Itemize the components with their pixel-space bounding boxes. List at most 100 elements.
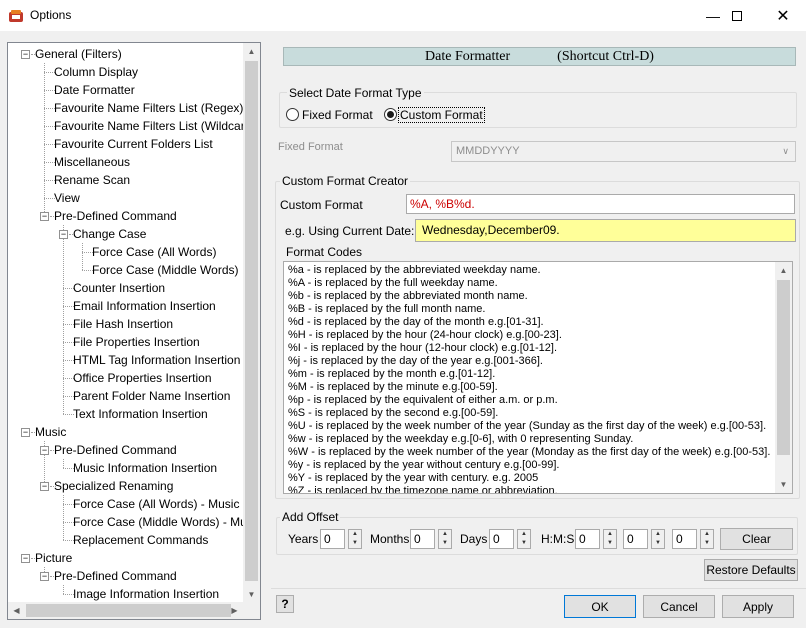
tree-item[interactable]: Column Display	[53, 63, 138, 81]
codes-vertical-scrollbar[interactable]: ▲ ▼	[775, 262, 792, 493]
format-codes-list[interactable]: %a - is replaced by the abbreviated week…	[283, 261, 793, 494]
tree-item[interactable]: Change Case	[72, 225, 146, 243]
maximize-button[interactable]	[714, 0, 760, 31]
section-title: Date Formatter	[425, 49, 511, 64]
collapse-icon[interactable]: −	[40, 572, 49, 581]
fixed-format-select[interactable]: MMDDYYYY ∨	[451, 141, 796, 162]
help-button[interactable]: ?	[276, 595, 294, 613]
days-stepper[interactable]: ▲ ▼	[517, 529, 531, 549]
tree-item[interactable]: General (Filters)	[34, 45, 122, 63]
days-input[interactable]: 0	[489, 529, 514, 549]
tree-item[interactable]: Image Information Insertion	[72, 585, 219, 603]
seconds-input[interactable]: 0	[672, 529, 697, 549]
spin-up-icon[interactable]: ▲	[349, 530, 361, 539]
spin-down-icon[interactable]: ▼	[518, 539, 530, 548]
tree-item[interactable]: Replacement Commands	[72, 531, 208, 549]
tree-item[interactable]: Pre-Defined Command	[53, 441, 177, 459]
tree-item[interactable]: Date Formatter	[53, 81, 135, 99]
tree-item[interactable]: File Hash Insertion	[72, 315, 173, 333]
tree-item[interactable]: Parent Folder Name Insertion	[72, 387, 230, 405]
tree-item[interactable]: Force Case (All Words)	[91, 243, 216, 261]
tree-item[interactable]: Specialized Renaming	[53, 477, 173, 495]
format-type-group-label: Select Date Format Type	[287, 86, 424, 100]
hours-input[interactable]: 0	[575, 529, 600, 549]
tree-item[interactable]: Office Properties Insertion	[72, 369, 212, 387]
custom-format-radio-label[interactable]: Custom Format	[398, 107, 485, 123]
title-bar	[0, 0, 806, 31]
maximize-icon	[732, 10, 742, 21]
scroll-thumb[interactable]	[245, 61, 258, 581]
spin-down-icon[interactable]: ▼	[439, 539, 451, 548]
ok-button[interactable]: OK	[564, 595, 636, 618]
tree-item[interactable]: View	[53, 189, 80, 207]
tree-item[interactable]: Music	[34, 423, 66, 441]
minutes-input[interactable]: 0	[623, 529, 648, 549]
tree-vertical-scrollbar[interactable]: ▲ ▼	[243, 43, 260, 603]
seconds-stepper[interactable]: ▲ ▼	[700, 529, 714, 549]
fixed-format-radio[interactable]	[286, 108, 299, 121]
tree-item[interactable]: Counter Insertion	[72, 279, 165, 297]
codes-scroll-up-arrow-icon[interactable]: ▲	[775, 262, 792, 279]
close-button[interactable]: ✕	[760, 0, 806, 31]
tree-item[interactable]: Miscellaneous	[53, 153, 130, 171]
scroll-left-arrow-icon[interactable]: ◀	[8, 602, 25, 619]
custom-format-input[interactable]: %A, %B%d.	[406, 194, 795, 214]
collapse-icon[interactable]: −	[59, 230, 68, 239]
tree-item[interactable]: Pre-Defined Command	[53, 207, 177, 225]
hscroll-thumb[interactable]	[26, 604, 231, 617]
section-header: Date Formatter (Shortcut Ctrl-D)	[283, 47, 796, 66]
collapse-icon[interactable]: −	[21, 554, 30, 563]
tree-item[interactable]: File Properties Insertion	[72, 333, 200, 351]
custom-format-label: Custom Format	[280, 198, 363, 212]
fixed-format-radio-label[interactable]: Fixed Format	[302, 108, 373, 122]
clear-button[interactable]: Clear	[720, 528, 793, 550]
spin-down-icon[interactable]: ▼	[349, 539, 361, 548]
tree-item[interactable]: Music Information Insertion	[72, 459, 217, 477]
tree-item[interactable]: Force Case (All Words) - Music	[72, 495, 239, 513]
tree-item[interactable]: Favourite Name Filters List (Wildcard)	[53, 117, 255, 135]
format-code-line: %S - is replaced by the second e.g.[00-5…	[288, 407, 499, 419]
spin-down-icon[interactable]: ▼	[604, 539, 616, 548]
spin-down-icon[interactable]: ▼	[652, 539, 664, 548]
spin-up-icon[interactable]: ▲	[701, 530, 713, 539]
hours-stepper[interactable]: ▲ ▼	[603, 529, 617, 549]
collapse-icon[interactable]: −	[21, 428, 30, 437]
spin-up-icon[interactable]: ▲	[604, 530, 616, 539]
tree-item[interactable]: Text Information Insertion	[72, 405, 208, 423]
minutes-stepper[interactable]: ▲ ▼	[651, 529, 665, 549]
years-input[interactable]: 0	[320, 529, 345, 549]
apply-button[interactable]: Apply	[722, 595, 794, 618]
tree-item[interactable]: HTML Tag Information Insertion	[72, 351, 240, 369]
tree-item[interactable]: Favourite Name Filters List (Regex)	[53, 99, 243, 117]
spin-up-icon[interactable]: ▲	[439, 530, 451, 539]
tree-item[interactable]: Picture	[34, 549, 72, 567]
collapse-icon[interactable]: −	[21, 50, 30, 59]
months-input[interactable]: 0	[410, 529, 435, 549]
cancel-button[interactable]: Cancel	[643, 595, 715, 618]
codes-scroll-down-arrow-icon[interactable]: ▼	[775, 476, 792, 493]
spin-down-icon[interactable]: ▼	[701, 539, 713, 548]
tree-item[interactable]: Pre-Defined Command	[53, 567, 177, 585]
scroll-down-arrow-icon[interactable]: ▼	[243, 586, 260, 603]
section-shortcut: (Shortcut Ctrl-D)	[557, 49, 654, 64]
tree-item[interactable]: Force Case (Middle Words)	[91, 261, 238, 279]
custom-format-radio[interactable]	[384, 108, 397, 121]
tree-item[interactable]: Rename Scan	[53, 171, 130, 189]
years-stepper[interactable]: ▲ ▼	[348, 529, 362, 549]
restore-defaults-button[interactable]: Restore Defaults	[704, 559, 798, 581]
tree-item[interactable]: Favourite Current Folders List	[53, 135, 213, 153]
codes-scroll-thumb[interactable]	[777, 280, 790, 455]
spin-up-icon[interactable]: ▲	[652, 530, 664, 539]
spin-up-icon[interactable]: ▲	[518, 530, 530, 539]
months-stepper[interactable]: ▲ ▼	[438, 529, 452, 549]
collapse-icon[interactable]: −	[40, 212, 49, 221]
collapse-icon[interactable]: −	[40, 482, 49, 491]
options-tree[interactable]: General (Filters) − Column Display Date For…	[7, 42, 261, 620]
tree-item[interactable]: Email Information Insertion	[72, 297, 216, 315]
tree-horizontal-scrollbar[interactable]: ◀ ▶	[8, 602, 260, 619]
scroll-up-arrow-icon[interactable]: ▲	[243, 43, 260, 60]
hms-label: H:M:S	[541, 532, 575, 546]
collapse-icon[interactable]: −	[40, 446, 49, 455]
scroll-right-arrow-icon[interactable]: ▶	[226, 602, 243, 619]
tree-item[interactable]: Force Case (Middle Words) - Music	[72, 513, 260, 531]
